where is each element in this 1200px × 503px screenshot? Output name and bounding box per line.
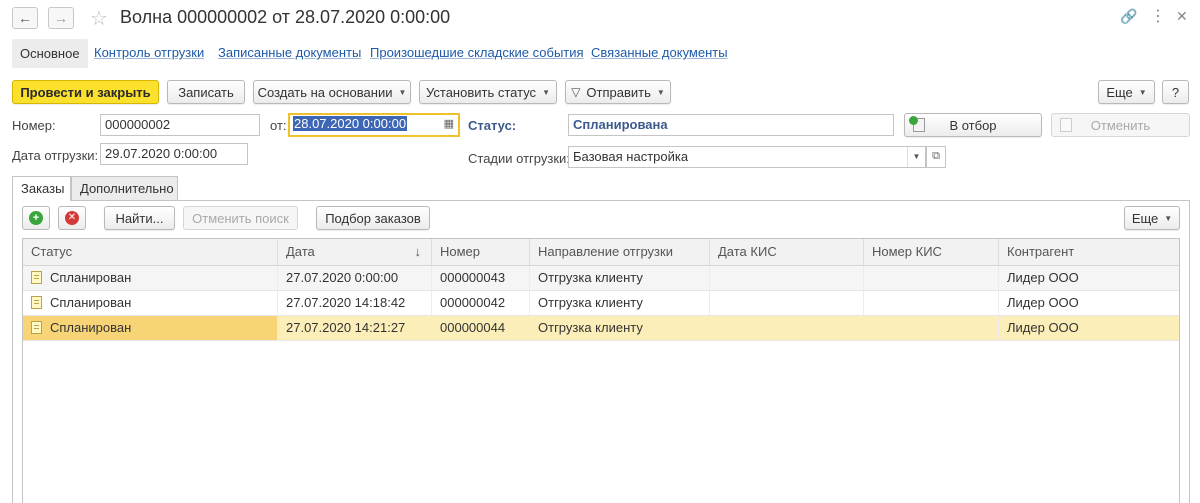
send-button[interactable]: ▽ Отправить ▼ [565, 80, 671, 104]
column-header-status[interactable]: Статус [23, 239, 278, 265]
shipment-stages-label: Стадии отгрузки: [468, 151, 570, 166]
column-header-direction[interactable]: Направление отгрузки [530, 239, 710, 265]
tab-orders[interactable]: Заказы [12, 176, 71, 201]
table-row[interactable]: Спланирован 27.07.2020 14:18:42 00000004… [23, 291, 1179, 316]
kis-number-cell [864, 316, 999, 340]
delete-circle-icon: ✕ [65, 211, 79, 225]
status-label: Статус: [468, 118, 517, 133]
table-row[interactable]: Спланирован 27.07.2020 0:00:00 000000043… [23, 266, 1179, 291]
status-cell: Спланирован [23, 266, 278, 290]
date-from-label: от: [270, 118, 287, 133]
counterparty-cell: Лидер ООО [1007, 270, 1079, 285]
favorite-star-icon[interactable]: ☆ [90, 6, 108, 31]
document-icon [31, 321, 42, 334]
orders-table: Статус Дата ↓ Номер Направление отгрузки… [22, 238, 1180, 503]
back-button[interactable]: ← [12, 7, 38, 29]
delete-row-button[interactable]: ✕ [58, 206, 86, 230]
date-cell: 27.07.2020 0:00:00 [278, 266, 432, 290]
document-icon [31, 271, 42, 284]
number-cell: 000000044 [432, 316, 530, 340]
kis-date-cell [710, 316, 864, 340]
direction-cell: Отгрузка клиенту [530, 316, 710, 340]
status-value: Спланирована [573, 117, 668, 132]
direction-cell: Отгрузка клиенту [530, 266, 710, 290]
date-cell: 27.07.2020 14:18:42 [278, 291, 432, 315]
calendar-icon[interactable]: ▦ [444, 117, 454, 130]
post-and-close-button[interactable]: Провести и закрыть [12, 80, 159, 104]
kis-date-cell [710, 291, 864, 315]
shipment-stages-value: Базовая настройка [573, 149, 689, 164]
window-title: Волна 000000002 от 28.07.2020 0:00:00 [120, 7, 451, 27]
dropdown-caret-icon: ▼ [656, 87, 665, 97]
cancel-search-button[interactable]: Отменить поиск [183, 206, 298, 230]
plus-circle-icon: + [29, 211, 43, 225]
close-icon[interactable]: ✕ [1176, 8, 1188, 25]
column-header-kis-date[interactable]: Дата КИС [710, 239, 864, 265]
forward-button[interactable]: → [48, 7, 74, 29]
column-header-date[interactable]: Дата ↓ [278, 239, 432, 265]
counterparty-cell: Лидер ООО [1007, 320, 1079, 335]
in-filter-button[interactable]: В отбор [904, 113, 1042, 137]
open-stages-icon[interactable]: ⧉ [926, 146, 946, 168]
kis-number-cell [864, 266, 999, 290]
dropdown-caret-icon: ▼ [1138, 87, 1147, 97]
document-date-value: 28.07.2020 0:00:00 [293, 116, 408, 131]
table-row-selected[interactable]: Спланирован 27.07.2020 14:21:27 00000004… [23, 316, 1179, 341]
more-button[interactable]: Еще ▼ [1098, 80, 1155, 104]
status-cell: Спланирован [23, 316, 278, 340]
dropdown-caret-icon: ▼ [398, 87, 407, 97]
send-funnel-icon: ▽ [571, 85, 581, 99]
cancel-button[interactable]: Отменить [1051, 113, 1190, 137]
forward-arrow-icon: → [54, 10, 68, 26]
list-more-button[interactable]: Еще ▼ [1124, 206, 1180, 230]
document-date-field[interactable]: 28.07.2020 0:00:00 ▦ [288, 113, 460, 137]
add-row-button[interactable]: + [22, 206, 50, 230]
set-status-button[interactable]: Установить статус ▼ [419, 80, 557, 104]
status-field: Спланирована [568, 114, 894, 136]
pick-orders-button[interactable]: Подбор заказов [316, 206, 430, 230]
number-field[interactable]: 000000002 [100, 114, 260, 136]
tab-additional[interactable]: Дополнительно [71, 176, 178, 200]
section-tab-warehouse-events[interactable]: Произошедшие складские события [370, 45, 584, 60]
number-label: Номер: [12, 118, 56, 133]
kis-date-cell [710, 266, 864, 290]
number-cell: 000000043 [432, 266, 530, 290]
date-cell: 27.07.2020 14:21:27 [278, 316, 432, 340]
direction-cell: Отгрузка клиенту [530, 291, 710, 315]
document-icon [31, 296, 42, 309]
back-arrow-icon: ← [18, 10, 32, 26]
dropdown-caret-icon[interactable]: ▼ [907, 147, 925, 167]
link-icon[interactable]: 🔗 [1120, 8, 1137, 25]
shipment-stages-field[interactable]: Базовая настройка ▼ [568, 146, 926, 168]
more-actions-icon[interactable]: ⋮ [1150, 6, 1166, 26]
status-cell: Спланирован [23, 291, 278, 315]
create-based-on-button[interactable]: Создать на основании ▼ [253, 80, 411, 104]
section-tab-recorded-documents[interactable]: Записанные документы [218, 45, 361, 60]
column-header-number[interactable]: Номер [432, 239, 530, 265]
ship-date-field[interactable]: 29.07.2020 0:00:00 [100, 143, 248, 165]
table-header: Статус Дата ↓ Номер Направление отгрузки… [23, 239, 1179, 266]
sort-arrow-icon: ↓ [414, 244, 422, 259]
dropdown-caret-icon: ▼ [1164, 213, 1173, 223]
section-tab-shipment-control[interactable]: Контроль отгрузки [94, 45, 204, 60]
find-button[interactable]: Найти... [104, 206, 175, 230]
cancel-document-icon [1060, 118, 1072, 132]
section-tab-related-documents[interactable]: Связанные документы [591, 45, 728, 60]
green-plus-icon [909, 116, 918, 125]
column-header-counterparty[interactable]: Контрагент [999, 239, 1181, 265]
column-header-kis-number[interactable]: Номер КИС [864, 239, 999, 265]
kis-number-cell [864, 291, 999, 315]
save-button[interactable]: Записать [167, 80, 245, 104]
ship-date-label: Дата отгрузки: [12, 148, 99, 163]
section-tab-main[interactable]: Основное [12, 39, 88, 68]
counterparty-cell: Лидер ООО [1007, 295, 1079, 310]
help-button[interactable]: ? [1162, 80, 1189, 104]
number-cell: 000000042 [432, 291, 530, 315]
dropdown-caret-icon: ▼ [542, 87, 550, 97]
